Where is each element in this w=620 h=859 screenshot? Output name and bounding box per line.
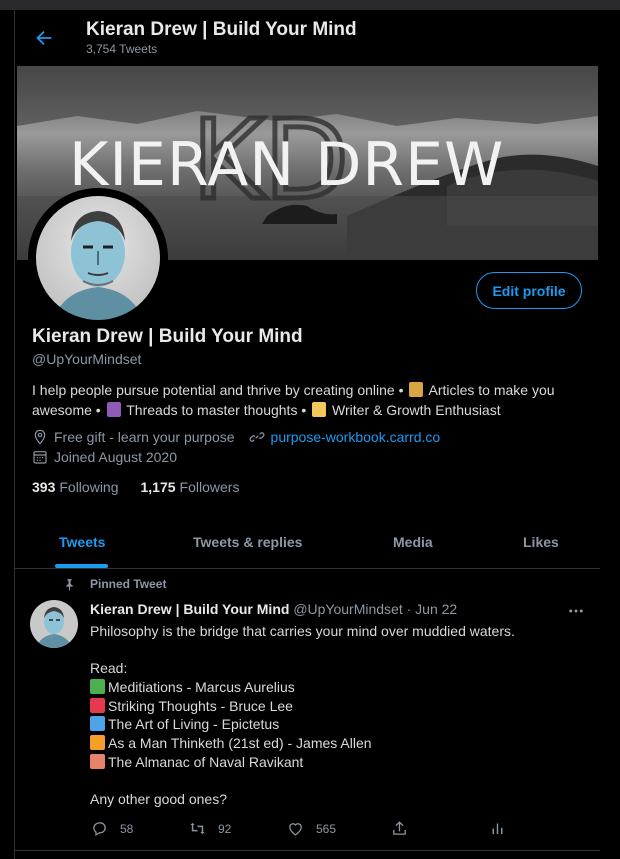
tab-media[interactable]: Media — [393, 516, 433, 568]
calendar-icon — [33, 451, 47, 464]
active-tab-indicator — [55, 564, 108, 568]
pinned-tweet-label: Pinned Tweet — [63, 577, 166, 591]
tweet-line: Any other good ones? — [90, 791, 227, 808]
book-item: Striking Thoughts - Bruce Lee — [90, 697, 580, 716]
blue-book-icon — [90, 716, 105, 732]
followers-link[interactable]: 1,175 Followers — [141, 479, 240, 495]
tweet-line: Philosophy is the bridge that carries yo… — [90, 623, 515, 639]
follow-stats: 393 Following 1,175 Followers — [32, 479, 239, 495]
tweet-line: Read: — [90, 660, 128, 677]
share-button[interactable] — [391, 820, 420, 837]
analytics-button[interactable] — [489, 820, 518, 837]
profile-handle: @UpYourMindset — [32, 351, 142, 367]
bio-text-4: Writer & Growth Enthusiast — [328, 402, 501, 418]
tweet-avatar-portrait-icon — [30, 600, 78, 648]
main-column: Kieran Drew | Build Your Mind 3,754 Twee… — [14, 10, 601, 859]
notebook-icon — [90, 753, 105, 769]
tweet-author-name[interactable]: Kieran Drew | Build Your Mind — [90, 601, 289, 617]
book-item: As a Man Thinketh (21st ed) - James Alle… — [90, 734, 580, 753]
tweet-author-avatar[interactable] — [30, 600, 78, 648]
book-item: Meditiations - Marcus Aurelius — [90, 678, 580, 697]
header-tweet-count: 3,754 Tweets — [86, 42, 158, 56]
tweet-actions: 58 92 565 — [91, 820, 511, 840]
profile-location: Free gift - learn your purpose — [54, 429, 235, 445]
retweet-icon — [190, 822, 205, 835]
edit-profile-button[interactable]: Edit profile — [476, 272, 582, 309]
link-icon — [249, 432, 264, 442]
tweet-author-meta[interactable]: @UpYourMindset · Jun 22 — [293, 601, 457, 617]
bio-text-1: I help people pursue potential and thriv… — [32, 382, 408, 398]
reply-button[interactable]: 58 — [91, 820, 133, 837]
following-link[interactable]: 393 Following — [32, 479, 119, 495]
profile-header: Kieran Drew | Build Your Mind 3,754 Twee… — [15, 10, 600, 64]
green-book-icon — [90, 679, 105, 695]
banner-title: KIERAN DREW — [69, 130, 505, 200]
profile-joined: Joined August 2020 — [54, 449, 177, 465]
tab-tweets[interactable]: Tweets — [59, 516, 105, 568]
page: Kieran Drew | Build Your Mind 3,754 Twee… — [0, 0, 620, 859]
header-title: Kieran Drew | Build Your Mind — [86, 19, 357, 40]
profile-joined-row: Joined August 2020 — [32, 449, 177, 465]
location-pin-icon — [34, 429, 46, 445]
red-book-icon — [90, 697, 105, 713]
tweet-text: Philosophy is the bridge that carries yo… — [90, 622, 580, 809]
retweet-button[interactable]: 92 — [189, 820, 231, 837]
thread-spool-emoji-icon — [106, 402, 121, 417]
tweet-divider — [15, 850, 600, 851]
avatar-portrait-icon — [34, 194, 162, 322]
tab-tweets-and-replies[interactable]: Tweets & replies — [193, 516, 302, 568]
profile-bio: I help people pursue potential and thriv… — [32, 380, 582, 420]
profile-name: Kieran Drew | Build Your Mind — [32, 326, 303, 347]
tweet-header: Kieran Drew | Build Your Mind @UpYourMin… — [90, 601, 457, 617]
profile-website-link[interactable]: purpose-workbook.carrd.co — [271, 429, 441, 445]
right-gutter — [600, 10, 620, 859]
share-icon — [393, 821, 406, 835]
book-item: The Almanac of Naval Ravikant — [90, 753, 580, 772]
writing-hand-emoji-icon — [312, 402, 327, 417]
profile-tabs: Tweets Tweets & replies Media Likes — [15, 516, 600, 569]
more-options-icon[interactable] — [567, 602, 585, 620]
profile-meta-row: Free gift - learn your purpose purpose-w… — [32, 429, 440, 445]
reply-icon — [93, 822, 106, 837]
orange-book-icon — [90, 735, 105, 751]
analytics-bars-icon — [492, 823, 503, 835]
tab-likes[interactable]: Likes — [523, 516, 559, 568]
bio-text-3: Threads to master thoughts • — [122, 402, 311, 418]
book-item: The Art of Living - Epictetus — [90, 715, 580, 734]
scroll-emoji-icon — [409, 382, 424, 397]
pin-icon — [66, 578, 73, 591]
heart-icon — [289, 823, 302, 836]
back-arrow-icon[interactable] — [33, 27, 55, 49]
browser-top-strip — [0, 0, 620, 10]
like-button[interactable]: 565 — [287, 820, 336, 837]
profile-avatar[interactable] — [28, 188, 168, 328]
